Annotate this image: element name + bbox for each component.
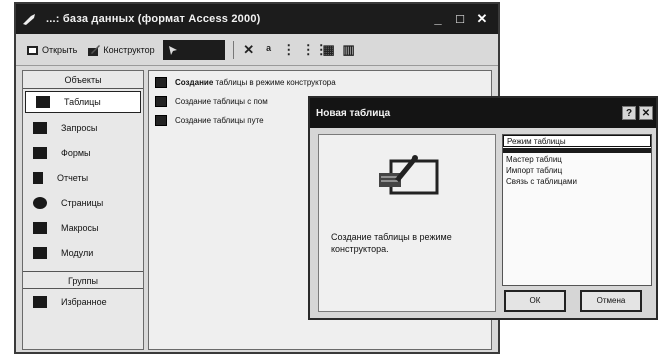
minimize-icon[interactable]: _	[430, 11, 446, 27]
sidebar-item-reports[interactable]: Отчеты	[23, 165, 143, 190]
sidebar-item-queries[interactable]: Запросы	[23, 115, 143, 140]
sidebar-item-forms[interactable]: Формы	[23, 140, 143, 165]
list-item-label: Создание таблицы путе	[175, 115, 264, 125]
query-icon	[33, 121, 47, 134]
sidebar-item-label: Запросы	[61, 122, 98, 133]
list-view-icon[interactable]: ⋮⋮	[302, 42, 328, 58]
design-button[interactable]: Конструктор	[85, 40, 156, 60]
list-item-label: Создание таблицы с пом	[175, 96, 268, 106]
maximize-icon[interactable]: □	[452, 11, 468, 27]
list-item[interactable]: Режим таблицы	[503, 135, 651, 147]
access-key-icon	[23, 14, 35, 25]
open-button-label: Открыть	[42, 44, 78, 55]
sidebar-item-pages[interactable]: Страницы	[23, 190, 143, 215]
list-item[interactable]: Связь с таблицами	[503, 176, 651, 187]
groups-header[interactable]: Группы	[23, 271, 143, 289]
wizard-shortcut-icon	[155, 76, 167, 88]
large-icons-view-icon[interactable]: ᵃ	[262, 42, 276, 57]
design-button-label: Конструктор	[103, 44, 155, 55]
favorites-icon	[33, 295, 47, 308]
sidebar-item-label: Формы	[61, 147, 91, 158]
sidebar-item-label: Страницы	[61, 197, 104, 208]
list-item[interactable]: Импорт таблиц	[503, 165, 651, 176]
help-icon[interactable]: ?	[622, 106, 636, 120]
sidebar-item-label: Отчеты	[57, 172, 89, 183]
page-icon	[33, 196, 47, 209]
list-item-label: Создание таблицы в режиме конструктора	[175, 77, 336, 87]
form-icon	[33, 146, 47, 159]
close-icon[interactable]: ✕	[639, 106, 653, 120]
sidebar-item-tables[interactable]: Таблицы	[25, 91, 141, 113]
list-item[interactable]: Создание таблицы в режиме конструктора	[149, 74, 491, 90]
open-button[interactable]: Открыть	[24, 40, 79, 60]
table-view-icon[interactable]: ▥	[342, 42, 356, 58]
design-icon	[88, 44, 101, 56]
module-icon	[33, 246, 47, 259]
sidebar-item-macros[interactable]: Макросы	[23, 215, 143, 240]
database-toolbar: Открыть Конструктор ✕ ᵃ ⋮ ⋮⋮ ▦ ▥	[16, 34, 498, 66]
database-window-title: ...: база данных (формат Access 2000)	[46, 13, 261, 25]
objects-panel: Объекты Таблицы Запросы Формы Отчеты Стр…	[22, 70, 144, 350]
objects-header[interactable]: Объекты	[23, 71, 143, 89]
dialog-title: Новая таблица	[316, 107, 391, 119]
new-table-dialog: Новая таблица ? ✕ Создание таблицы в реж…	[308, 96, 658, 320]
new-table-options-list[interactable]: Режим таблицы Мастер таблиц Импорт табли…	[502, 134, 652, 286]
dialog-titlebar[interactable]: Новая таблица ? ✕	[310, 98, 656, 128]
create-button[interactable]	[162, 39, 225, 60]
toolbar-separator	[232, 40, 234, 59]
sidebar-item-modules[interactable]: Модули	[23, 240, 143, 265]
preview-description: Создание таблицы в режиме конструктора.	[331, 232, 452, 254]
delete-icon[interactable]: ✕	[242, 42, 256, 58]
cancel-button[interactable]: Отмена	[580, 290, 642, 312]
dialog-preview-pane: Создание таблицы в режиме конструктора.	[318, 134, 496, 312]
small-icons-view-icon[interactable]: ⋮	[282, 42, 296, 58]
macro-icon	[33, 221, 47, 234]
table-icon	[36, 96, 50, 108]
new-object-icon	[168, 45, 177, 55]
list-item[interactable]: Мастер таблиц	[503, 154, 651, 165]
sidebar-item-label: Макросы	[61, 222, 99, 233]
sidebar-item-label: Избранное	[61, 296, 107, 307]
database-window-titlebar[interactable]: ...: база данных (формат Access 2000) _ …	[16, 4, 498, 34]
wizard-shortcut-icon	[155, 114, 167, 126]
wizard-shortcut-icon	[155, 95, 167, 107]
report-icon	[33, 171, 43, 184]
ok-button[interactable]: ОК	[504, 290, 566, 312]
dialog-buttons: ОК Отмена	[504, 290, 642, 312]
sidebar-item-favorites[interactable]: Избранное	[23, 289, 143, 314]
details-view-icon[interactable]: ▦	[322, 42, 336, 58]
sidebar-item-label: Модули	[61, 247, 94, 258]
close-icon[interactable]: ✕	[474, 11, 490, 27]
sidebar-item-label: Таблицы	[64, 97, 101, 107]
list-item-highlight[interactable]	[503, 148, 651, 153]
open-icon	[27, 45, 38, 55]
table-design-illustration-icon	[379, 155, 439, 195]
